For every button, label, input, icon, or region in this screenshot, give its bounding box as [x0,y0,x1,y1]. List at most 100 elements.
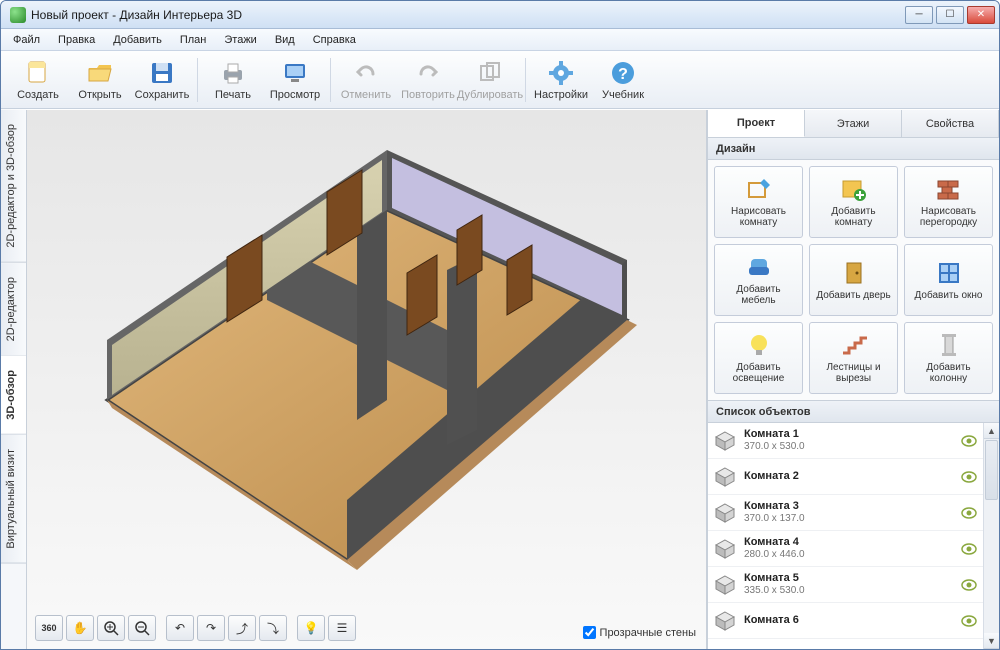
close-button[interactable]: ✕ [967,6,995,24]
vtab-2d-editor[interactable]: 2D-редактор [1,263,26,356]
design-header: Дизайн [708,138,999,160]
help-icon: ? [609,59,637,87]
new-file-icon [24,59,52,87]
menubar: Файл Правка Добавить План Этажи Вид Спра… [1,29,999,51]
redo-icon [414,59,442,87]
preview-button[interactable]: Просмотр [264,54,326,106]
tilt-up-button[interactable]: ⤴ [228,615,256,641]
menu-view[interactable]: Вид [267,32,303,48]
redo-label: Повторить [401,89,455,101]
menu-edit[interactable]: Правка [50,32,103,48]
scroll-down-button[interactable]: ▼ [984,633,999,649]
rotate-right-button[interactable]: ↷ [197,615,225,641]
menu-add[interactable]: Добавить [105,32,170,48]
vtab-3d-view[interactable]: 3D-обзор [1,356,26,435]
vtab-combo[interactable]: 2D-редактор и 3D-обзор [1,110,26,263]
object-row[interactable]: Комната 6 [708,603,983,639]
settings-label: Настройки [534,89,588,101]
visibility-eye-icon[interactable] [961,435,977,447]
tab-project[interactable]: Проект [708,110,805,137]
app-window: Новый проект - Дизайн Интерьера 3D ─ ☐ ✕… [0,0,1000,650]
object-row[interactable]: Комната 5335.0 x 530.0 [708,567,983,603]
menu-plan[interactable]: План [172,32,215,48]
cube-icon [714,502,736,524]
create-button[interactable]: Создать [7,54,69,106]
visibility-eye-icon[interactable] [961,579,977,591]
app-icon [10,7,26,23]
add-column-button[interactable]: Добавить колонну [904,322,993,394]
pencil-room-icon [745,176,773,202]
tab-floors[interactable]: Этажи [805,110,902,137]
add-room-button[interactable]: Добавить комнату [809,166,898,238]
visibility-eye-icon[interactable] [961,543,977,555]
light-button[interactable]: 💡 [297,615,325,641]
object-name: Комната 4 [744,536,953,549]
rotate-left-button[interactable]: ↶ [166,615,194,641]
print-button[interactable]: Печать [202,54,264,106]
brick-wall-icon [935,176,963,202]
save-icon [148,59,176,87]
toolbar-separator [330,58,331,102]
object-name: Комната 5 [744,572,953,585]
draw-partition-button[interactable]: Нарисовать перегородку [904,166,993,238]
add-door-button[interactable]: Добавить дверь [809,244,898,316]
maximize-button[interactable]: ☐ [936,6,964,24]
menu-file[interactable]: Файл [5,32,48,48]
right-panel: Проект Этажи Свойства Дизайн Нарисовать … [707,110,999,649]
column-icon [935,332,963,358]
objects-list[interactable]: Комната 1370.0 x 530.0 Комната 2 Комната 3… [708,423,983,649]
object-row[interactable]: Комната 1370.0 x 530.0 [708,423,983,459]
object-row[interactable]: Комната 4280.0 x 446.0 [708,531,983,567]
add-furniture-button[interactable]: Добавить мебель [714,244,803,316]
visibility-eye-icon[interactable] [961,471,977,483]
object-dimensions: 370.0 x 137.0 [744,513,953,525]
object-name: Комната 2 [744,470,953,483]
visibility-eye-icon[interactable] [961,507,977,519]
undo-button[interactable]: Отменить [335,54,397,106]
object-dimensions: 335.0 x 530.0 [744,585,953,597]
settings-button[interactable]: Настройки [530,54,592,106]
minimize-button[interactable]: ─ [905,6,933,24]
objects-list-wrap: Комната 1370.0 x 530.0 Комната 2 Комната 3… [708,423,999,649]
vtab-virtual[interactable]: Виртуальный визит [1,435,26,564]
zoom-in-button[interactable] [97,615,125,641]
tab-properties[interactable]: Свойства [902,110,999,137]
window-title: Новый проект - Дизайн Интерьера 3D [31,8,905,22]
floor-plan-3d [77,140,637,600]
cube-icon [714,610,736,632]
scroll-thumb[interactable] [985,440,998,500]
pan-button[interactable]: ✋ [66,615,94,641]
svg-text:?: ? [618,66,628,83]
open-button[interactable]: Открыть [69,54,131,106]
object-row[interactable]: Комната 3370.0 x 137.0 [708,495,983,531]
design-grid: Нарисовать комнату Добавить комнату Нари… [708,160,999,401]
transparent-walls-checkbox[interactable]: Прозрачные стены [583,626,696,639]
menu-floors[interactable]: Этажи [216,32,264,48]
visibility-eye-icon[interactable] [961,615,977,627]
transparent-walls-input[interactable] [583,626,596,639]
window-icon [935,260,963,286]
printer-icon [219,59,247,87]
rotate-360-button[interactable]: 360 [35,615,63,641]
tilt-down-button[interactable]: ⤵ [259,615,287,641]
layers-button[interactable]: ☰ [328,615,356,641]
duplicate-button[interactable]: Дублировать [459,54,521,106]
add-light-button[interactable]: Добавить освещение [714,322,803,394]
stairs-icon [840,332,868,358]
create-label: Создать [17,89,59,101]
redo-button[interactable]: Повторить [397,54,459,106]
transparent-walls-label: Прозрачные стены [600,627,696,639]
object-row[interactable]: Комната 2 [708,459,983,495]
stairs-button[interactable]: Лестницы и вырезы [809,322,898,394]
object-dimensions: 280.0 x 446.0 [744,549,953,561]
tutorial-button[interactable]: ? Учебник [592,54,654,106]
scrollbar[interactable]: ▲ ▼ [983,423,999,649]
viewport-3d[interactable]: 360 ✋ ↶ ↷ ⤴ ⤵ 💡 ☰ Прозрачные стены [27,110,707,649]
save-button[interactable]: Сохранить [131,54,193,106]
menu-help[interactable]: Справка [305,32,364,48]
cube-icon [714,466,736,488]
draw-room-button[interactable]: Нарисовать комнату [714,166,803,238]
scroll-up-button[interactable]: ▲ [984,423,999,439]
add-window-button[interactable]: Добавить окно [904,244,993,316]
zoom-out-button[interactable] [128,615,156,641]
